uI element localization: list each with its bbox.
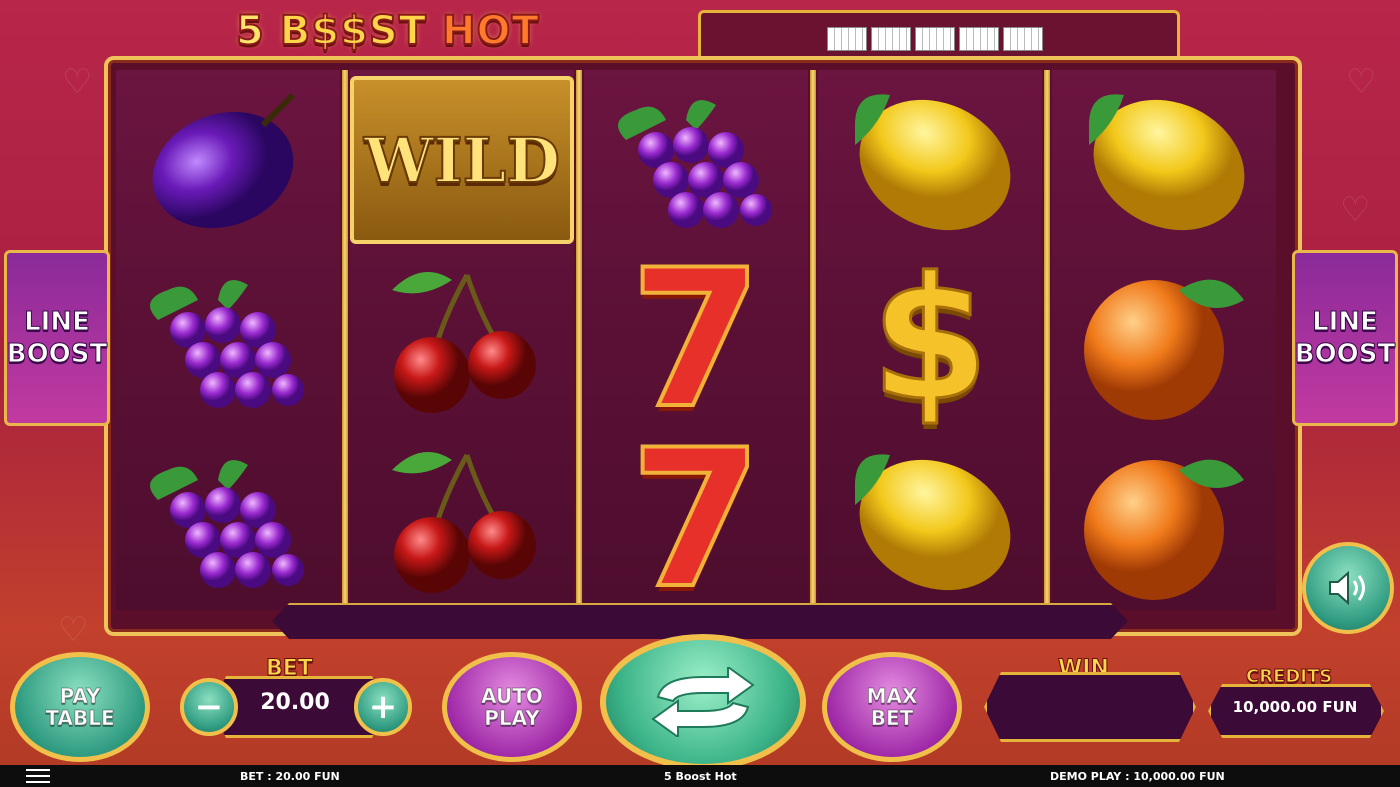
logo-boost: B$$ST bbox=[279, 7, 428, 55]
lemon-symbol bbox=[1052, 70, 1276, 250]
payline-icon bbox=[827, 27, 867, 51]
seven-symbol: 7 bbox=[628, 409, 764, 630]
background-heart-icon: ♡ bbox=[58, 610, 89, 650]
plum-symbol bbox=[116, 70, 340, 250]
reel-4: $ bbox=[818, 70, 1042, 610]
grapes-symbol bbox=[116, 430, 340, 610]
footer-bet: BET : 20.00 FUN bbox=[240, 770, 340, 783]
max-bet-button[interactable]: MAX BET bbox=[822, 652, 962, 762]
payline-icon bbox=[1003, 27, 1043, 51]
max-bet-label: BET bbox=[870, 706, 914, 730]
spin-icon bbox=[651, 667, 755, 737]
game-logo: 5 B$$ST HOT bbox=[235, 7, 540, 55]
pay-table-label: TABLE bbox=[45, 706, 115, 730]
auto-play-label: PLAY bbox=[484, 706, 540, 730]
wild-symbol: WILD bbox=[350, 70, 574, 250]
lemon-symbol bbox=[818, 70, 1042, 250]
spin-button[interactable] bbox=[600, 634, 806, 770]
auto-play-button[interactable]: AUTO PLAY bbox=[442, 652, 582, 762]
footer-title: 5 Boost Hot bbox=[664, 770, 737, 783]
payline-indicator bbox=[698, 10, 1180, 61]
plus-icon: + bbox=[368, 687, 398, 727]
credits-value: 10,000.00 FUN bbox=[1232, 698, 1358, 716]
pay-table-label: PAY bbox=[59, 684, 101, 708]
reel-separator bbox=[342, 70, 348, 610]
orange-symbol bbox=[1052, 250, 1276, 430]
payline-icon bbox=[915, 27, 955, 51]
max-bet-label: MAX bbox=[866, 684, 918, 708]
grapes-symbol bbox=[584, 70, 808, 250]
bet-increase-button[interactable]: + bbox=[354, 678, 412, 736]
bet-value: 20.00 bbox=[260, 690, 330, 715]
credits-label: CREDITS bbox=[1245, 666, 1333, 688]
reel-3: 7 7 bbox=[584, 70, 808, 630]
sound-icon bbox=[1329, 570, 1365, 606]
minus-icon: − bbox=[194, 687, 224, 727]
reel-separator bbox=[1044, 70, 1050, 610]
background-heart-icon: ♡ bbox=[1340, 190, 1371, 230]
sound-button[interactable] bbox=[1302, 542, 1394, 634]
cherries-symbol bbox=[350, 430, 574, 610]
footer-bar: BET : 20.00 FUN 5 Boost Hot DEMO PLAY : … bbox=[0, 765, 1400, 787]
dollar-symbol: $ bbox=[869, 241, 990, 439]
reel-5 bbox=[1052, 70, 1276, 610]
reel-2: WILD bbox=[350, 70, 574, 610]
payline-icon bbox=[871, 27, 911, 51]
logo-number: 5 bbox=[235, 7, 265, 55]
payline-icon bbox=[959, 27, 999, 51]
logo-hot: HOT bbox=[441, 7, 540, 55]
line-boost-left: LINE BOOST bbox=[4, 250, 110, 426]
line-boost-label: LINE bbox=[24, 307, 91, 338]
background-heart-icon: ♡ bbox=[62, 62, 93, 102]
background-heart-icon: ♡ bbox=[1346, 62, 1377, 102]
reel-separator bbox=[810, 70, 816, 610]
lemon-symbol bbox=[818, 430, 1042, 610]
win-display bbox=[984, 672, 1196, 742]
reel-separator bbox=[576, 70, 582, 610]
cherries-symbol bbox=[350, 250, 574, 430]
orange-symbol bbox=[1052, 430, 1276, 610]
pay-table-button[interactable]: PAY TABLE bbox=[10, 652, 150, 762]
bet-decrease-button[interactable]: − bbox=[180, 678, 238, 736]
reel-1 bbox=[116, 70, 340, 610]
line-boost-right: LINE BOOST bbox=[1292, 250, 1398, 426]
line-boost-label: LINE bbox=[1312, 307, 1379, 338]
footer-demo-play: DEMO PLAY : 10,000.00 FUN bbox=[1050, 770, 1225, 783]
wild-label: WILD bbox=[363, 123, 561, 198]
grapes-symbol bbox=[116, 250, 340, 430]
line-boost-label: BOOST bbox=[6, 339, 108, 370]
line-boost-label: BOOST bbox=[1294, 339, 1396, 370]
auto-play-label: AUTO bbox=[481, 684, 544, 708]
menu-icon[interactable] bbox=[26, 769, 50, 783]
reel-frame: WILD 7 7 $ bbox=[104, 56, 1302, 636]
seven-symbol: 7 bbox=[628, 229, 764, 450]
